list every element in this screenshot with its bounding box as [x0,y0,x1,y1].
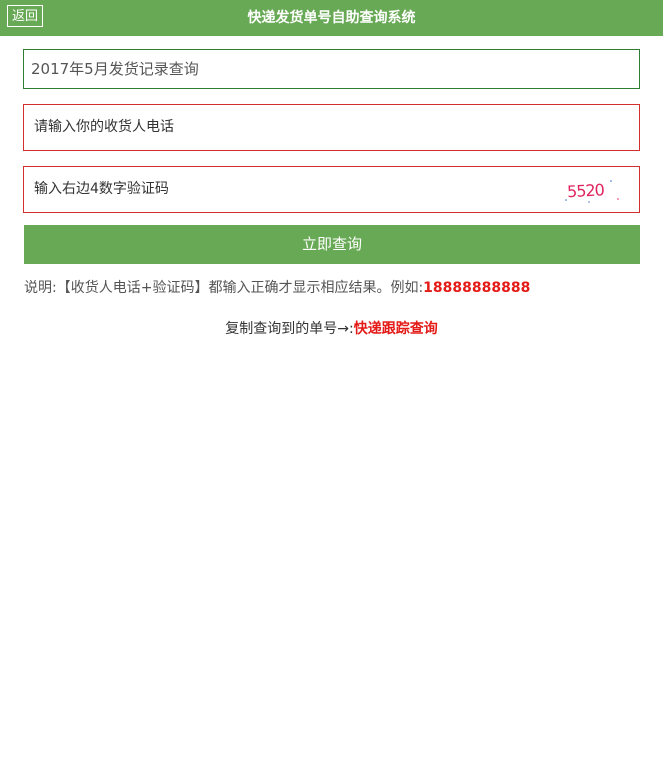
copy-hint: 复制查询到的单号→:快递跟踪查询 [0,318,663,338]
tracking-link[interactable]: 快递跟踪查询 [354,321,438,337]
header-bar: 返回 快递发货单号自助查询系统 [0,0,663,36]
instruction-note: 说明:【收货人电话+验证码】都输入正确才显示相应结果。例如:1888888888… [24,277,530,297]
captcha-text: 5520 [567,180,605,201]
submit-button[interactable]: 立即查询 [24,225,640,264]
phone-input-placeholder: 请输入你的收货人电话 [34,119,174,135]
captcha-input[interactable]: 输入右边4数字验证码 5520 [23,166,640,213]
record-select[interactable]: 2017年5月发货记录查询 [23,49,640,89]
captcha-image[interactable]: 5520 [561,173,623,205]
captcha-input-placeholder: 输入右边4数字验证码 [34,181,169,197]
example-phone: 18888888888 [423,280,531,296]
page-title: 快递发货单号自助查询系统 [247,10,416,26]
phone-input[interactable]: 请输入你的收货人电话 [23,104,640,151]
copy-hint-text: 复制查询到的单号→: [225,321,354,337]
record-select-value: 2017年5月发货记录查询 [31,60,199,78]
instruction-text: 说明:【收货人电话+验证码】都输入正确才显示相应结果。例如: [24,280,424,296]
